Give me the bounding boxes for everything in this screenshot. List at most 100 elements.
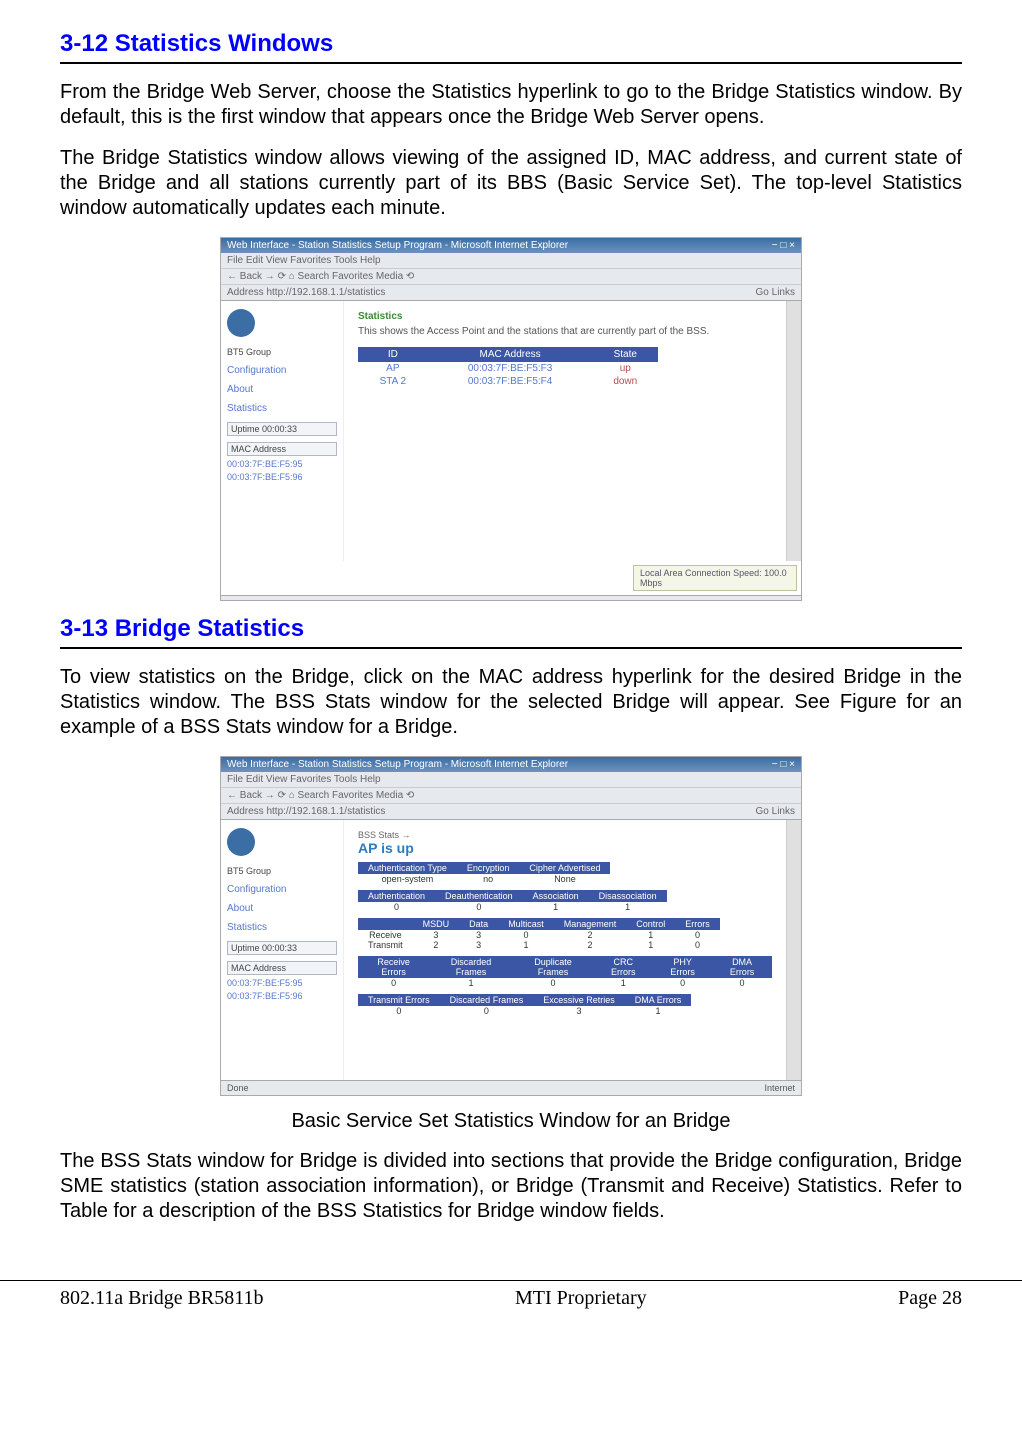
th: Multicast (498, 918, 554, 930)
th: CRC Errors (593, 956, 653, 978)
cell: 0 (653, 978, 712, 988)
sidebar-link-about[interactable]: About (227, 384, 337, 395)
cell-mac[interactable]: 00:03:7F:BE:F5:F3 (428, 362, 593, 375)
cell-state: down (593, 375, 658, 388)
cell-mac[interactable]: 00:03:7F:BE:F5:F4 (428, 375, 593, 388)
ap-status: AP is up (358, 840, 772, 856)
th: Excessive Retries (533, 994, 625, 1006)
th: Disassociation (589, 890, 667, 902)
table-rx-errors: Receive Errors Discarded Frames Duplicat… (358, 956, 772, 988)
sidebar-uptime: Uptime 00:00:33 (227, 422, 337, 436)
logo-icon (227, 309, 255, 337)
cell: 1 (626, 940, 675, 950)
sidebar-mac-head: MAC Address (227, 442, 337, 456)
cell: 0 (435, 902, 523, 912)
cell: 1 (626, 930, 675, 940)
browser-addressbar: Address http://192.168.1.1/statistics Go… (221, 285, 801, 301)
footer-left: 802.11a Bridge BR5811b (60, 1287, 264, 1310)
scrollbar[interactable] (786, 820, 801, 1080)
cell: 0 (712, 978, 772, 988)
sidebar-link-configuration[interactable]: Configuration (227, 365, 337, 376)
th: Cipher Advertised (519, 862, 610, 874)
sidebar-mac-1[interactable]: 00:03:7F:BE:F5:95 (227, 978, 337, 988)
content-area: Statistics This shows the Access Point a… (344, 301, 786, 561)
table-row: 0 0 3 1 (358, 1006, 691, 1016)
sidebar-link-configuration[interactable]: Configuration (227, 884, 337, 895)
cell: 2 (554, 930, 627, 940)
sidebar-link-statistics[interactable]: Statistics (227, 403, 337, 414)
sidebar-group: BT5 Group (227, 866, 337, 876)
window-controls: − □ × (772, 240, 795, 251)
cell: 3 (413, 930, 460, 940)
sidebar-mac-1[interactable]: 00:03:7F:BE:F5:95 (227, 459, 337, 469)
cell: 0 (358, 1006, 440, 1016)
content-area: BSS Stats → AP is up Authentication Type… (344, 820, 786, 1080)
table-rx-tx: MSDU Data Multicast Management Control E… (358, 918, 720, 950)
cell: 3 (459, 930, 498, 940)
th: DMA Errors (625, 994, 692, 1006)
statusbar (221, 595, 801, 600)
browser-menu: File Edit View Favorites Tools Help (221, 253, 801, 269)
footer-center: MTI Proprietary (515, 1287, 647, 1310)
cell: 0 (358, 902, 435, 912)
th: Discarded Frames (440, 994, 534, 1006)
browser-titlebar: Web Interface - Station Statistics Setup… (221, 238, 801, 253)
cell: 1 (593, 978, 653, 988)
table-assoc: Authentication Deauthentication Associat… (358, 890, 667, 912)
screenshot-bss-stats-window: Web Interface - Station Statistics Setup… (220, 756, 802, 1096)
sidebar-mac-2[interactable]: 00:03:7F:BE:F5:96 (227, 472, 337, 482)
cell: 0 (513, 978, 594, 988)
stats-table: ID MAC Address State AP 00:03:7F:BE:F5:F… (358, 347, 658, 388)
browser-toolbar: ← Back → ⟳ ⌂ Search Favorites Media ⟲ (221, 269, 801, 285)
section-3-12-title: 3-12 Statistics Windows (60, 30, 962, 58)
sidebar: BT5 Group Configuration About Statistics… (221, 820, 344, 1080)
systray-popup: Local Area Connection Speed: 100.0 Mbps (633, 565, 797, 591)
go-links: Go Links (756, 806, 795, 817)
breadcrumb: BSS Stats → (358, 830, 772, 840)
cell: 0 (358, 978, 429, 988)
section-3-12-para-1: From the Bridge Web Server, choose the S… (60, 80, 962, 130)
sidebar-link-about[interactable]: About (227, 903, 337, 914)
th-mac: MAC Address (428, 347, 593, 362)
browser-toolbar: ← Back → ⟳ ⌂ Search Favorites Media ⟲ (221, 788, 801, 804)
address-label: Address (227, 287, 264, 298)
th: Errors (675, 918, 720, 930)
page-footer: 802.11a Bridge BR5811b MTI Proprietary P… (0, 1280, 1022, 1330)
cell: 0 (675, 930, 720, 940)
statusbar: Done Internet (221, 1080, 801, 1095)
table-tx-errors: Transmit Errors Discarded Frames Excessi… (358, 994, 691, 1016)
screenshot-statistics-window: Web Interface - Station Statistics Setup… (220, 237, 802, 601)
figure-caption: Basic Service Set Statistics Window for … (60, 1110, 962, 1133)
cell: no (457, 874, 520, 884)
cell-state: up (593, 362, 658, 375)
table-row: 0 0 1 1 (358, 902, 667, 912)
th: Association (523, 890, 589, 902)
table-row: AP 00:03:7F:BE:F5:F3 up (358, 362, 658, 375)
th-state: State (593, 347, 658, 362)
cell: Transmit (358, 940, 413, 950)
cell: 1 (429, 978, 513, 988)
sidebar-mac-2[interactable]: 00:03:7F:BE:F5:96 (227, 991, 337, 1001)
address-value: http://192.168.1.1/statistics (266, 806, 385, 817)
browser-menu: File Edit View Favorites Tools Help (221, 772, 801, 788)
content-heading: Statistics (358, 311, 772, 322)
sidebar-mac-head: MAC Address (227, 961, 337, 975)
browser-addressbar: Address http://192.168.1.1/statistics Go… (221, 804, 801, 820)
th (358, 918, 413, 930)
th: PHY Errors (653, 956, 712, 978)
sidebar-group: BT5 Group (227, 347, 337, 357)
cell: 0 (675, 940, 720, 950)
section-3-13-para-2: The BSS Stats window for Bridge is divid… (60, 1149, 962, 1224)
go-links: Go Links (756, 287, 795, 298)
address-value: http://192.168.1.1/statistics (266, 287, 385, 298)
table-row: Receive 3 3 0 2 1 0 (358, 930, 720, 940)
th: DMA Errors (712, 956, 772, 978)
scrollbar[interactable] (786, 301, 801, 561)
cell: Receive (358, 930, 413, 940)
sidebar-link-statistics[interactable]: Statistics (227, 922, 337, 933)
th: Discarded Frames (429, 956, 513, 978)
sidebar: BT5 Group Configuration About Statistics… (221, 301, 344, 561)
cell: 3 (459, 940, 498, 950)
cell: 1 (523, 902, 589, 912)
browser-title: Web Interface - Station Statistics Setup… (227, 240, 568, 251)
